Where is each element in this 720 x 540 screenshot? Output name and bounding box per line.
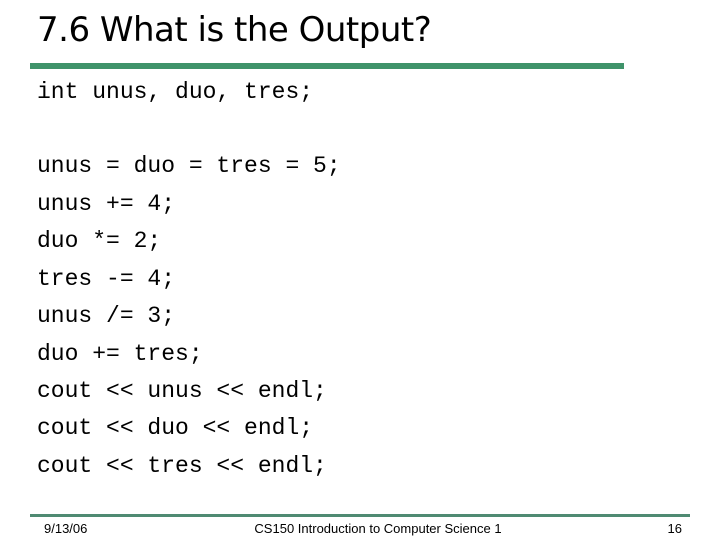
code-line: duo += tres; [37, 341, 203, 367]
slide-title: 7.6 What is the Output? [37, 10, 432, 50]
code-line: cout << unus << endl; [37, 378, 327, 404]
title-divider [30, 63, 624, 69]
code-line: int unus, duo, tres; [37, 79, 314, 105]
code-line: cout << tres << endl; [37, 453, 327, 479]
code-line: duo *= 2; [37, 228, 162, 254]
code-line: tres -= 4; [37, 266, 176, 292]
code-line: cout << duo << endl; [37, 415, 314, 441]
footer-course: CS150 Introduction to Computer Science 1 [254, 521, 502, 536]
code-line: unus /= 3; [37, 303, 176, 329]
code-line: unus += 4; [37, 191, 176, 217]
code-line: unus = duo = tres = 5; [37, 153, 341, 179]
footer-divider [30, 514, 690, 517]
footer-page-number: 16 [667, 521, 682, 536]
